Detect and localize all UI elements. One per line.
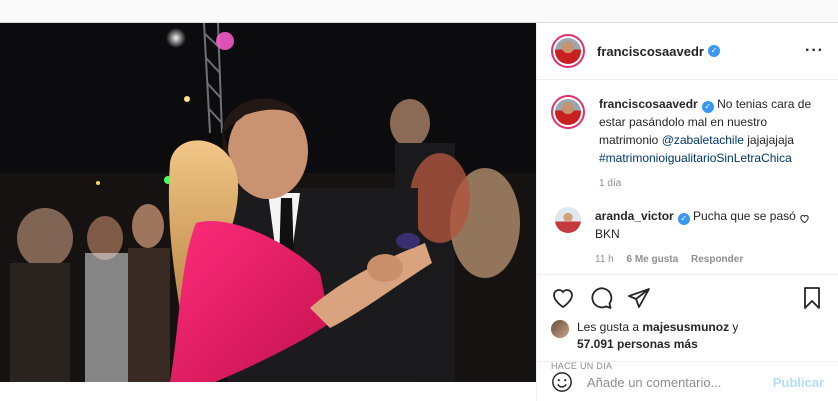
likes-connector: y — [729, 320, 739, 334]
likes-summary: Les gusta a majesusmunoz y 57.091 person… — [551, 319, 824, 353]
party-photo-image — [0, 23, 536, 382]
likes-prefix: Les gusta a — [577, 320, 643, 334]
commenter-avatar[interactable] — [555, 207, 581, 233]
bookmark-icon[interactable] — [800, 286, 824, 310]
publish-button[interactable]: Publicar — [773, 375, 824, 390]
verified-badge-icon: ✓ — [707, 45, 720, 57]
hashtag-link[interactable]: #matrimonioigualitarioSinLetraChica — [599, 151, 792, 165]
add-comment-bar: Publicar — [537, 361, 838, 401]
comment-item: aranda_victor ✓ Pucha que se pasó BKN 11 … — [551, 207, 824, 269]
share-icon[interactable] — [627, 286, 651, 310]
mention-link[interactable]: @zabaletachile — [662, 133, 744, 147]
caption-username[interactable]: franciscosaavedr — [599, 97, 698, 111]
comments-list[interactable]: franciscosaavedr ✓ No tenias cara de esta… — [537, 81, 838, 274]
post-sidebar: franciscosaavedr ✓ ··· franciscosaavedr ✓… — [536, 23, 838, 401]
more-options-icon[interactable]: ··· — [805, 42, 824, 60]
comment-icon[interactable] — [589, 286, 613, 310]
author-username[interactable]: franciscosaavedr — [597, 44, 704, 59]
caption: franciscosaavedr ✓ No tenias cara de esta… — [551, 95, 824, 193]
caption-text-mid: jajajajaja — [743, 133, 794, 147]
emoji-icon[interactable] — [551, 371, 573, 393]
post-card: franciscosaavedr ✓ ··· franciscosaavedr ✓… — [0, 22, 838, 401]
heart-icon[interactable] — [551, 286, 575, 310]
caption-avatar[interactable] — [551, 95, 585, 129]
comment-time[interactable]: 11 h — [595, 254, 614, 265]
post-photo[interactable] — [0, 23, 536, 382]
comment-username[interactable]: aranda_victor — [595, 209, 674, 223]
verified-badge-icon: ✓ — [677, 213, 690, 225]
post-header: franciscosaavedr ✓ ··· — [537, 23, 838, 80]
reply-button[interactable]: Responder — [691, 254, 743, 265]
likes-count[interactable]: 57.091 personas más — [577, 337, 698, 351]
comment-like-heart-icon[interactable] — [799, 213, 810, 227]
author-avatar[interactable] — [551, 34, 585, 68]
post-actions: Les gusta a majesusmunoz y 57.091 person… — [537, 274, 838, 371]
comment-likes[interactable]: 6 Me gusta — [627, 254, 679, 265]
verified-badge-icon: ✓ — [701, 101, 714, 113]
liker-avatar[interactable] — [551, 320, 569, 338]
caption-time[interactable]: 1 día — [599, 178, 621, 189]
comment-input[interactable] — [587, 374, 773, 390]
liker-username[interactable]: majesusmunoz — [642, 320, 729, 334]
